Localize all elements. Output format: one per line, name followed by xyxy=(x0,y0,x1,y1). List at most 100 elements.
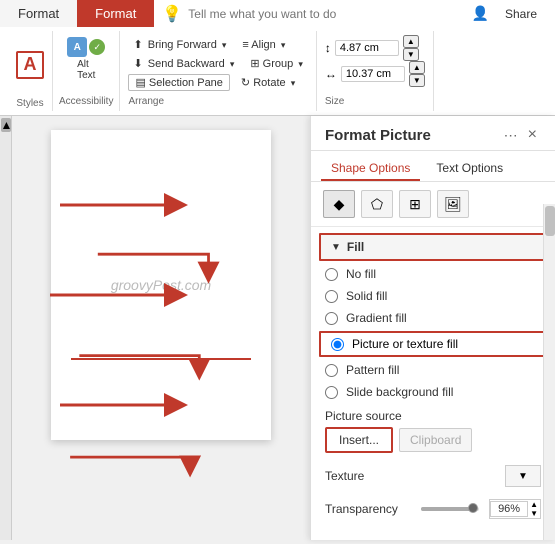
slide-bg-fill-radio[interactable] xyxy=(325,386,338,399)
fill-section-header[interactable]: ▼ Fill xyxy=(319,233,547,261)
solid-fill-option[interactable]: Solid fill xyxy=(311,285,555,307)
transparency-spinner: ▲ ▼ xyxy=(528,500,540,518)
format-picture-panel: Format Picture ⋯ × Shape Options Text Op… xyxy=(310,116,555,540)
width-input[interactable] xyxy=(341,66,405,82)
height-input[interactable] xyxy=(335,40,399,56)
clipboard-button[interactable]: Clipboard xyxy=(399,428,472,452)
main-area: ▲ groovyPost.com xyxy=(0,116,555,540)
picture-icon-button[interactable]: 🖼 xyxy=(437,190,469,218)
picture-texture-radio[interactable] xyxy=(331,338,344,351)
picture-source-label: Picture source xyxy=(325,409,541,423)
align-icon: ≡ xyxy=(242,39,248,51)
width-down-button[interactable]: ▼ xyxy=(409,74,425,87)
width-icon: ↔ xyxy=(325,67,337,81)
transparency-value: 96% xyxy=(490,501,528,517)
transparency-slider[interactable] xyxy=(421,507,479,511)
picture-texture-fill-option[interactable]: Picture or texture fill xyxy=(319,331,547,357)
arrange-group: ⬆ Bring Forward ▾ ≡ Align ▾ ⬇ Send Backw… xyxy=(120,31,316,111)
texture-picker-icon: ▼ xyxy=(518,471,528,482)
lightbulb-icon: 💡 xyxy=(162,4,182,24)
slide-watermark: groovyPost.com xyxy=(111,277,211,293)
texture-picker-button[interactable]: ▼ xyxy=(505,465,541,487)
solid-fill-radio[interactable] xyxy=(325,290,338,303)
accessibility-label: Accessibility xyxy=(59,94,113,107)
styles-label: Styles xyxy=(16,96,43,109)
pattern-fill-radio[interactable] xyxy=(325,364,338,377)
bring-forward-arrow: ▾ xyxy=(222,40,227,50)
ribbon-bar: A Styles A ✓ AltText Accessibility ⬆ Bri… xyxy=(0,27,555,116)
panel-scrollbar[interactable] xyxy=(543,204,555,540)
solid-fill-label: Solid fill xyxy=(346,289,387,303)
slide-area: ▲ groovyPost.com xyxy=(0,116,310,540)
vertical-scrollbar[interactable]: ▲ xyxy=(0,116,12,540)
no-fill-label: No fill xyxy=(346,267,376,281)
transparency-thumb[interactable] xyxy=(468,503,478,513)
alt-text-button[interactable]: A ✓ AltText xyxy=(65,35,107,83)
size-icon-button[interactable]: ⊞ xyxy=(399,190,431,218)
height-down-button[interactable]: ▼ xyxy=(403,48,419,61)
alt-text-icon: A ✓ xyxy=(67,37,105,57)
scroll-track xyxy=(1,132,11,540)
transparency-up-button[interactable]: ▲ xyxy=(528,500,540,509)
ribbon-tab-row: Format Format 💡 👤 Share xyxy=(0,0,555,27)
accessibility-group: A ✓ AltText Accessibility xyxy=(53,31,120,111)
bring-forward-button[interactable]: ⬆ Bring Forward ▾ xyxy=(128,36,231,53)
selection-pane-button[interactable]: ▤ Selection Pane xyxy=(128,74,229,91)
tab-text-options[interactable]: Text Options xyxy=(426,157,513,181)
panel-scroll-thumb xyxy=(545,206,555,236)
tab-shape-options[interactable]: Shape Options xyxy=(321,157,420,181)
slide-canvas-area: groovyPost.com xyxy=(12,116,310,540)
selection-pane-icon: ▤ xyxy=(135,77,148,89)
transparency-row: Transparency 96% ▲ ▼ xyxy=(311,493,555,525)
height-up-button[interactable]: ▲ xyxy=(403,35,419,48)
pattern-fill-label: Pattern fill xyxy=(346,363,399,377)
group-button[interactable]: ⊞ Group ▾ xyxy=(245,55,307,72)
height-icon: ↕ xyxy=(325,41,331,55)
panel-header: Format Picture ⋯ × xyxy=(311,116,555,151)
effects-icon-button[interactable]: ⬠ xyxy=(361,190,393,218)
tell-me-input[interactable] xyxy=(188,7,465,21)
rotate-arrow: ▾ xyxy=(291,78,296,88)
tab-format1[interactable]: Format xyxy=(0,0,77,27)
panel-icon-bar: ◆ ⬠ ⊞ 🖼 xyxy=(311,182,555,227)
gradient-fill-radio[interactable] xyxy=(325,312,338,325)
picture-source-section: Picture source Insert... Clipboard xyxy=(311,403,555,459)
scroll-up-arrow[interactable]: ▲ xyxy=(1,118,11,132)
fill-section-title: Fill xyxy=(347,240,364,254)
rotate-button[interactable]: ↻ Rotate ▾ xyxy=(236,74,300,91)
no-fill-radio[interactable] xyxy=(325,268,338,281)
send-backward-arrow: ▾ xyxy=(230,59,235,69)
transparency-input-group: 96% ▲ ▼ xyxy=(489,499,541,519)
styles-group: A Styles xyxy=(8,31,53,111)
slide-bg-fill-label: Slide background fill xyxy=(346,385,453,399)
panel-close-button[interactable]: × xyxy=(524,126,541,144)
rotate-icon: ↻ xyxy=(241,77,250,89)
arrange-label: Arrange xyxy=(128,94,164,107)
panel-tabs: Shape Options Text Options xyxy=(311,151,555,182)
group-arrow: ▾ xyxy=(298,59,303,69)
bring-forward-icon: ⬆ xyxy=(133,39,142,51)
pattern-fill-option[interactable]: Pattern fill xyxy=(311,359,555,381)
send-backward-button[interactable]: ⬇ Send Backward ▾ xyxy=(128,55,239,72)
arrange-row-3: ▤ Selection Pane ↻ Rotate ▾ xyxy=(128,74,307,91)
insert-button[interactable]: Insert... xyxy=(325,427,393,453)
gradient-fill-option[interactable]: Gradient fill xyxy=(311,307,555,329)
size-label: Size xyxy=(325,94,425,107)
width-up-button[interactable]: ▲ xyxy=(409,61,425,74)
align-arrow: ▾ xyxy=(281,40,286,50)
panel-controls: ⋯ × xyxy=(504,126,541,144)
transparency-down-button[interactable]: ▼ xyxy=(528,509,540,518)
slide-bg-fill-option[interactable]: Slide background fill xyxy=(311,381,555,403)
height-spinner: ▲ ▼ xyxy=(403,35,419,61)
share-button[interactable]: Share xyxy=(495,3,547,25)
align-button[interactable]: ≡ Align ▾ xyxy=(237,37,290,53)
texture-row: Texture ▼ xyxy=(311,459,555,493)
panel-options-button[interactable]: ⋯ xyxy=(504,126,518,144)
picture-texture-label: Picture or texture fill xyxy=(352,337,458,351)
group-icon: ⊞ xyxy=(250,58,259,70)
fill-icon-button[interactable]: ◆ xyxy=(323,190,355,218)
texture-label: Texture xyxy=(325,469,364,483)
no-fill-option[interactable]: No fill xyxy=(311,263,555,285)
size-group: ↕ ▲ ▼ ↔ ▲ ▼ Size xyxy=(317,31,434,111)
tab-format2[interactable]: Format xyxy=(77,0,154,27)
